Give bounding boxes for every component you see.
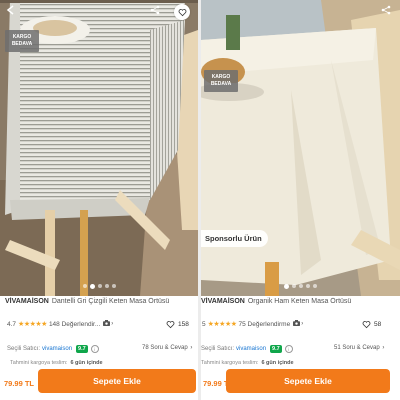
- badge-line-1: KARGO: [12, 34, 32, 40]
- seller-score-badge: 9.7: [76, 345, 88, 353]
- seller-label: Seçili Satıcı:: [7, 346, 41, 352]
- product-name: Organik Ham Keten Masa Örtüsü: [247, 298, 352, 305]
- heart-outline-icon: [166, 321, 175, 329]
- favorite-count-value: 158: [178, 321, 189, 328]
- rating-value: 5: [202, 320, 206, 328]
- dot: [111, 284, 116, 288]
- dot: [82, 284, 87, 288]
- qa-count: 51 Soru & Cevap: [334, 345, 380, 351]
- add-to-cart-button[interactable]: Sepete Ekle: [38, 369, 196, 393]
- review-count: 148 Değerlendir...: [48, 320, 101, 328]
- favorite-heart-icon[interactable]: [174, 4, 190, 20]
- product-image-carousel[interactable]: [201, 0, 400, 296]
- price: 79.99 TL: [4, 379, 35, 388]
- brand-name: VİVAMAİSON: [5, 298, 49, 305]
- product-title[interactable]: VİVAMAİSON Organik Ham Keten Masa Örtüsü: [201, 297, 400, 306]
- rating-row[interactable]: 5 ★★★★★ 75 Değerlendirme ›: [202, 320, 303, 328]
- sponsored-text: Sponsorlu Ürün: [205, 234, 262, 243]
- dot: [306, 284, 310, 288]
- dot: [292, 284, 296, 288]
- seller-row[interactable]: Seçili Satıcı: vivamaison 9.7 i: [201, 345, 293, 353]
- share-icon[interactable]: [150, 5, 160, 15]
- dot-active: [89, 283, 95, 289]
- favorite-count[interactable]: 58: [362, 320, 381, 329]
- badge-line-2: BEDAVA: [11, 41, 33, 47]
- bottom-bar: 79.99 TL Sepete Ekle: [201, 366, 400, 400]
- dot: [97, 284, 102, 288]
- share-icon[interactable]: [381, 5, 391, 15]
- product-photo: [201, 0, 400, 296]
- qa-link[interactable]: 78 Soru & Cevap ›: [142, 345, 192, 351]
- badge-line-2: BEDAVA: [210, 81, 232, 87]
- seller-name-link[interactable]: vivamaison: [236, 346, 266, 352]
- badge-line-1: KARGO: [211, 74, 231, 80]
- dot-active: [284, 283, 289, 289]
- rating-row[interactable]: 4.7 ★★★★★ 148 Değerlendir... ›: [7, 320, 113, 328]
- seller-label: Seçili Satıcı:: [201, 346, 235, 352]
- dot: [104, 284, 109, 288]
- seller-name-link[interactable]: vivamaison: [42, 346, 72, 352]
- camera-icon: [293, 320, 301, 328]
- sponsored-label: Sponsorlu Ürün: [201, 230, 268, 247]
- review-count: 75 Değerlendirme: [238, 320, 291, 328]
- brand-name: VİVAMAİSON: [201, 298, 245, 305]
- seller-row[interactable]: Seçili Satıcı: vivamaison 9.7 i: [7, 345, 99, 353]
- rating-stars: ★★★★★: [207, 321, 237, 328]
- qa-link[interactable]: 51 Soru & Cevap ›: [334, 345, 384, 351]
- dot: [313, 284, 317, 288]
- dot: [299, 284, 303, 288]
- product-name: Dantelli Gri Çizgili Keten Masa Örtüsü: [51, 298, 170, 305]
- seller-score-badge: 9.7: [270, 345, 282, 353]
- bottom-bar: 79.99 TL Sepete Ekle: [0, 366, 198, 400]
- info-icon[interactable]: i: [284, 345, 293, 353]
- info-icon[interactable]: i: [90, 345, 99, 353]
- qa-count: 78 Soru & Cevap: [142, 345, 188, 351]
- chevron-right-icon: ›: [190, 345, 193, 351]
- add-to-cart-button[interactable]: Sepete Ekle: [226, 369, 390, 393]
- camera-icon: [103, 320, 111, 328]
- free-shipping-badge: KARGO BEDAVA: [204, 70, 238, 92]
- product-card-right[interactable]: KARGO BEDAVA Sponsorlu Ürün VİVAMAİSON Or…: [201, 0, 400, 400]
- rating-stars: ★★★★★: [18, 321, 47, 328]
- product-title[interactable]: VİVAMAİSON Dantelli Gri Çizgili Keten Mas…: [5, 297, 195, 306]
- image-pagination-dots: [0, 283, 198, 289]
- favorite-count[interactable]: 158: [166, 320, 189, 329]
- chevron-right-icon: ›: [382, 345, 385, 351]
- chevron-right-icon: ›: [301, 321, 304, 327]
- chevron-right-icon: ›: [111, 321, 114, 327]
- image-pagination-dots: [201, 283, 400, 289]
- heart-outline-icon: [362, 321, 371, 329]
- back-arrow-icon[interactable]: [6, 5, 16, 15]
- free-shipping-badge: KARGO BEDAVA: [5, 30, 39, 52]
- favorite-count-value: 58: [374, 321, 382, 328]
- product-card-left[interactable]: KARGO BEDAVA VİVAMAİSON Dantelli Gri Çizg…: [0, 0, 198, 400]
- rating-value: 4.7: [7, 320, 17, 328]
